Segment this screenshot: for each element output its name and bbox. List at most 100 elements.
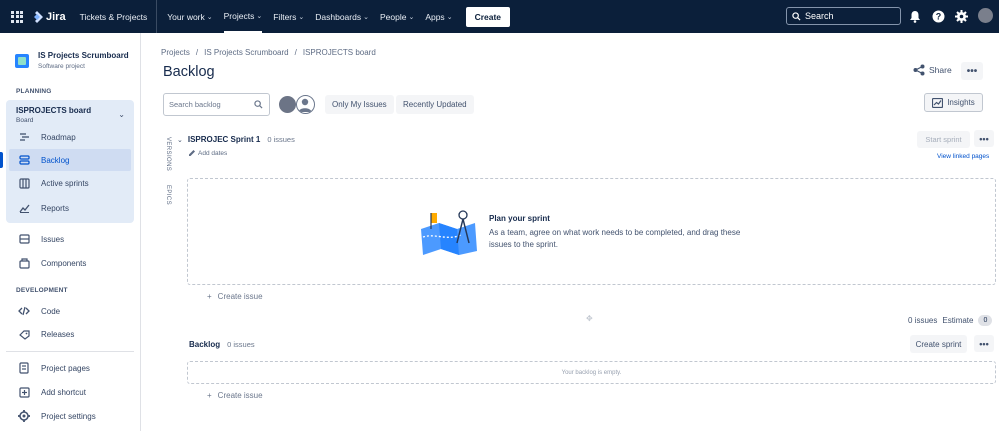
- nav-dashboards[interactable]: Dashboards ⌄: [315, 0, 369, 33]
- project-name: IS Projects Scrumboard: [38, 51, 129, 60]
- backlog-icon: [18, 154, 30, 166]
- sidebar-item-add-shortcut[interactable]: Add shortcut: [9, 381, 131, 403]
- breadcrumb-projects[interactable]: Projects: [161, 48, 190, 57]
- sprint-planning-illustration-icon: [421, 210, 477, 255]
- backlog-name: Backlog: [189, 340, 221, 349]
- backlog-issue-count: 0 issues: [227, 340, 255, 349]
- resize-handle-icon[interactable]: ✥: [586, 314, 593, 323]
- app-switcher-icon[interactable]: [11, 10, 23, 23]
- jira-logo[interactable]: Jira: [31, 10, 66, 23]
- insights-chart-icon: [932, 97, 944, 108]
- development-section-label: DEVELOPMENT: [16, 287, 68, 294]
- chevron-down-icon: ⌄: [256, 12, 263, 20]
- sprint-create-issue-button[interactable]: + Create issue: [207, 292, 263, 301]
- sidebar-item-roadmap[interactable]: Roadmap: [9, 126, 131, 148]
- sidebar-item-backlog[interactable]: Backlog: [0, 149, 131, 171]
- sidebar-item-label: Components: [41, 258, 87, 268]
- sidebar-item-label: Project settings: [41, 411, 96, 421]
- sprint-more-actions-icon[interactable]: •••: [974, 130, 994, 147]
- search-backlog-input[interactable]: Search backlog: [163, 93, 270, 116]
- code-icon: [18, 305, 30, 317]
- start-sprint-button[interactable]: Start sprint: [917, 131, 970, 148]
- sidebar-item-code[interactable]: Code: [9, 300, 131, 322]
- recently-updated-button[interactable]: Recently Updated: [396, 95, 474, 114]
- sprint-issue-count: 0 issues: [267, 135, 295, 144]
- sidebar-item-label: Add shortcut: [41, 387, 86, 397]
- sidebar-item-label: Code: [41, 306, 61, 316]
- backlog-create-issue-button[interactable]: + Create issue: [207, 391, 263, 400]
- nav-label: Apps: [425, 11, 445, 22]
- nav-your-work[interactable]: Your work ⌄: [156, 0, 213, 33]
- nav-label: Projects: [223, 10, 255, 21]
- more-actions-icon[interactable]: •••: [961, 62, 983, 80]
- versions-panel-tab[interactable]: VERSIONS: [165, 137, 171, 171]
- nav-projects[interactable]: Projects ⌄: [223, 0, 263, 33]
- breadcrumb-board[interactable]: ISPROJECTS board: [303, 48, 376, 57]
- view-linked-pages-link[interactable]: View linked pages: [937, 153, 989, 160]
- nav-people[interactable]: People ⌄: [380, 0, 414, 33]
- sidebar-item-releases[interactable]: Releases: [9, 323, 131, 345]
- main-content: Projects / IS Projects Scrumboard / ISPR…: [141, 33, 999, 431]
- add-dates-link[interactable]: Add dates: [188, 149, 227, 157]
- nav-label: Dashboards: [315, 11, 362, 22]
- empty-sprint-description: As a team, agree on what work needs to b…: [489, 228, 741, 249]
- share-button[interactable]: Share: [913, 64, 952, 76]
- breadcrumb-project[interactable]: IS Projects Scrumboard: [204, 48, 288, 57]
- unassigned-avatar[interactable]: [296, 95, 315, 114]
- chevron-down-icon: ⌄: [446, 13, 453, 21]
- sidebar-item-label: Backlog: [41, 155, 70, 165]
- svg-text:?: ?: [935, 11, 941, 21]
- user-avatar[interactable]: [978, 8, 993, 23]
- epics-panel-tab[interactable]: EPICS: [165, 185, 171, 205]
- issues-icon: [18, 233, 30, 245]
- estimate-label: Estimate: [942, 316, 974, 325]
- nav-tickets-projects[interactable]: Tickets & Projects: [80, 0, 148, 33]
- breadcrumb: Projects / IS Projects Scrumboard / ISPR…: [161, 48, 376, 57]
- help-icon[interactable]: ?: [931, 9, 945, 23]
- settings-icon: [18, 410, 30, 422]
- sidebar-item-reports[interactable]: Reports: [9, 197, 131, 219]
- sidebar-item-components[interactable]: Components: [9, 252, 131, 274]
- sidebar-item-project-pages[interactable]: Project pages: [9, 357, 131, 379]
- sprint-estimate-summary: 0 issues Estimate 0: [908, 315, 993, 326]
- create-button[interactable]: Create: [465, 6, 511, 27]
- planning-section-label: PLANNING: [16, 88, 52, 95]
- sidebar-item-label: Reports: [41, 203, 70, 213]
- sprint-header[interactable]: ⌄ ISPROJEC Sprint 1 0 issues: [177, 135, 295, 144]
- nav-apps[interactable]: Apps ⌄: [425, 0, 452, 33]
- nav-label: People: [379, 11, 407, 22]
- sidebar-item-label: Active sprints: [41, 178, 89, 188]
- nav-label: Tickets & Projects: [79, 11, 148, 22]
- backlog-header[interactable]: Backlog 0 issues: [189, 340, 255, 349]
- breadcrumb-separator: /: [294, 48, 297, 57]
- board-selector[interactable]: ISPROJECTS board Board: [16, 106, 91, 124]
- settings-gear-icon[interactable]: [954, 9, 968, 23]
- pencil-icon: [189, 150, 195, 156]
- page-title: Backlog: [163, 64, 215, 80]
- empty-sprint-title: Plan your sprint: [489, 214, 550, 223]
- estimate-issue-count: 0 issues: [908, 316, 938, 325]
- nav-filters[interactable]: Filters ⌄: [273, 0, 304, 33]
- global-search-input[interactable]: Search: [786, 7, 901, 25]
- insights-button[interactable]: Insights: [924, 93, 983, 112]
- backlog-dropzone: Your backlog is empty.: [187, 361, 996, 384]
- chevron-down-icon[interactable]: ⌄: [177, 136, 183, 144]
- sidebar-item-issues[interactable]: Issues: [9, 228, 131, 250]
- backlog-more-actions-icon[interactable]: •••: [974, 335, 994, 352]
- notifications-icon[interactable]: [908, 9, 922, 23]
- breadcrumb-separator: /: [195, 48, 199, 57]
- sidebar-item-active-sprints[interactable]: Active sprints: [9, 172, 131, 194]
- chevron-down-icon[interactable]: ⌄: [118, 110, 125, 119]
- assignee-avatar[interactable]: [278, 95, 297, 114]
- only-my-issues-button[interactable]: Only My Issues: [325, 95, 394, 114]
- plus-icon: +: [207, 391, 212, 400]
- project-header[interactable]: IS Projects Scrumboard Software project: [15, 51, 129, 70]
- reports-icon: [18, 202, 30, 214]
- create-issue-label: Create issue: [217, 292, 263, 301]
- sprint-dropzone: Plan your sprint As a team, agree on wha…: [187, 178, 996, 285]
- share-label: Share: [929, 65, 952, 75]
- sidebar-item-label: Releases: [41, 329, 75, 339]
- create-sprint-button[interactable]: Create sprint: [910, 335, 967, 353]
- chevron-down-icon: ⌄: [408, 13, 415, 21]
- sidebar-item-project-settings[interactable]: Project settings: [9, 405, 131, 427]
